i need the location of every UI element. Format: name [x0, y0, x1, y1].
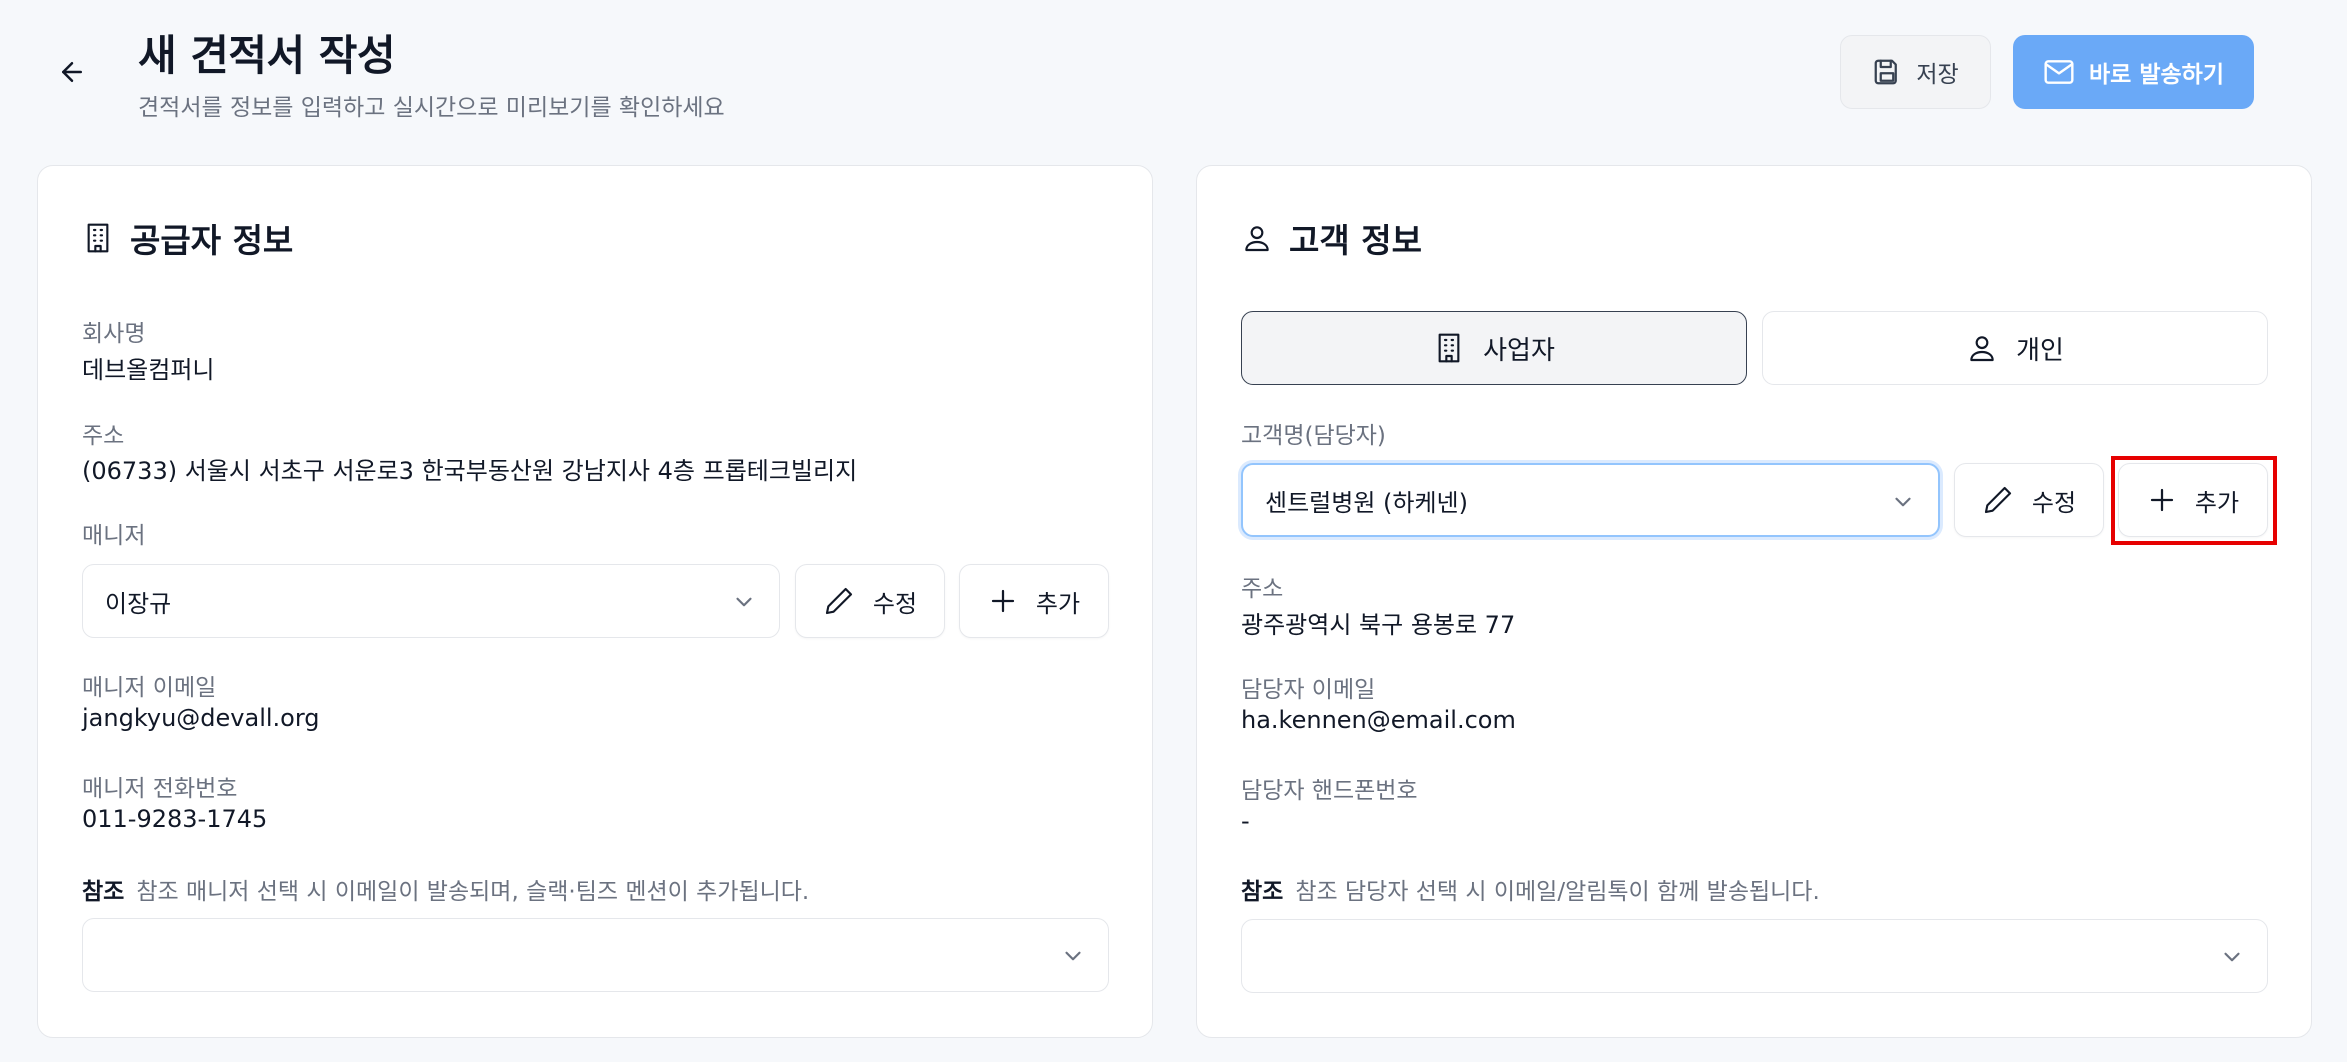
manager-select[interactable]: 이장규 — [82, 564, 780, 638]
customer-type-business-toggle[interactable]: 사업자 — [1241, 311, 1747, 385]
manager-add-button[interactable]: 추가 — [959, 564, 1109, 638]
building-icon — [1438, 333, 1460, 363]
customer-title-text: 고객 정보 — [1289, 221, 1422, 260]
mail-icon — [2044, 60, 2074, 84]
supplier-card-title: 공급자 정보 — [82, 214, 293, 262]
pencil-icon — [1984, 486, 2011, 514]
supplier-ref-note: 참조 참조 매니저 선택 시 이메일이 발송되며, 슬랙·팀즈 멘션이 추가됩니다… — [82, 872, 809, 906]
customer-name-label: 고객명(담당자) — [1241, 423, 1386, 449]
customer-card-title: 고객 정보 — [1241, 214, 1422, 262]
customer-add-label: 추가 — [2194, 488, 2240, 517]
manager-label: 매니저 — [82, 523, 146, 549]
page-title: 새 견적서 작성 — [138, 31, 396, 80]
pencil-icon — [825, 587, 852, 615]
individual-toggle-label: 개인 — [2016, 335, 2064, 366]
supplier-ref-select[interactable] — [82, 918, 1109, 992]
contact-email-label: 담당자 이메일 — [1241, 677, 1376, 703]
contact-email-value: ha.kennen@email.com — [1241, 706, 1516, 734]
chevron-down-icon — [2224, 952, 2240, 962]
business-toggle-label: 사업자 — [1483, 335, 1555, 366]
customer-type-individual-toggle[interactable]: 개인 — [1762, 311, 2268, 385]
page-subtitle: 견적서를 정보를 입력하고 실시간으로 미리보기를 확인하세요 — [138, 95, 725, 121]
back-button[interactable] — [52, 52, 92, 92]
company-name-label: 회사명 — [82, 321, 146, 347]
chevron-down-icon — [736, 597, 752, 607]
supplier-info-card: 공급자 정보 회사명 데브올컴퍼니 주소 (06733) 서울시 서초구 서운로… — [37, 165, 1153, 1038]
customer-name-select-value: 센트럴병원 (하케넨) — [1265, 488, 1468, 517]
supplier-ref-note-text: 참조 매니저 선택 시 이메일이 발송되며, 슬랙·팀즈 멘션이 추가됩니다. — [136, 879, 810, 905]
building-icon — [87, 223, 109, 253]
manager-email-label: 매니저 이메일 — [82, 675, 217, 701]
send-now-button[interactable]: 바로 발송하기 — [2013, 35, 2254, 109]
customer-edit-button[interactable]: 수정 — [1954, 463, 2104, 537]
supplier-address-label: 주소 — [82, 423, 125, 449]
manager-edit-label: 수정 — [872, 589, 918, 618]
customer-edit-label: 수정 — [2031, 488, 2077, 517]
customer-name-select[interactable]: 센트럴병원 (하케넨) — [1241, 463, 1940, 537]
manager-phone-value: 011-9283-1745 — [82, 805, 268, 833]
manager-edit-button[interactable]: 수정 — [795, 564, 945, 638]
contact-phone-value: - — [1241, 807, 1250, 835]
user-icon — [1970, 336, 1994, 362]
arrow-left-icon — [62, 62, 82, 82]
company-name-value: 데브올컴퍼니 — [82, 356, 215, 384]
customer-add-button[interactable]: 추가 — [2118, 463, 2268, 537]
customer-address-label: 주소 — [1241, 576, 1284, 602]
plus-icon — [2150, 488, 2174, 512]
customer-info-card: 고객 정보 사업자 개인 고객명(담당자) 센트럴병원 (하케넨) 수정 추가 … — [1196, 165, 2312, 1038]
customer-ref-note-text: 참조 담당자 선택 시 이메일/알림톡이 함께 발송됩니다. — [1295, 879, 1820, 905]
customer-ref-label: 참조 — [1241, 879, 1284, 905]
manager-phone-label: 매니저 전화번호 — [82, 776, 238, 802]
save-icon — [1874, 59, 1898, 85]
customer-ref-select[interactable] — [1241, 919, 2268, 993]
send-now-button-label: 바로 발송하기 — [2089, 62, 2224, 88]
save-button-label: 저장 — [1916, 62, 1959, 88]
supplier-address-value: (06733) 서울시 서초구 서운로3 한국부동산원 강남지사 4층 프롭테크… — [82, 457, 858, 485]
manager-email-value: jangkyu@devall.org — [82, 704, 320, 732]
chevron-down-icon — [1895, 497, 1911, 507]
user-icon — [1245, 226, 1269, 252]
plus-icon — [991, 589, 1015, 613]
page-header: 새 견적서 작성 견적서를 정보를 입력하고 실시간으로 미리보기를 확인하세요… — [0, 0, 2347, 150]
contact-phone-label: 담당자 핸드폰번호 — [1241, 778, 1418, 804]
supplier-title-text: 공급자 정보 — [130, 221, 294, 260]
manager-add-label: 추가 — [1035, 589, 1081, 618]
manager-select-value: 이장규 — [105, 589, 172, 618]
chevron-down-icon — [1065, 951, 1081, 961]
customer-address-value: 광주광역시 북구 용봉로 77 — [1241, 611, 1516, 639]
customer-ref-note: 참조 참조 담당자 선택 시 이메일/알림톡이 함께 발송됩니다. — [1241, 872, 1820, 906]
supplier-ref-label: 참조 — [82, 879, 125, 905]
save-button[interactable]: 저장 — [1840, 35, 1991, 109]
